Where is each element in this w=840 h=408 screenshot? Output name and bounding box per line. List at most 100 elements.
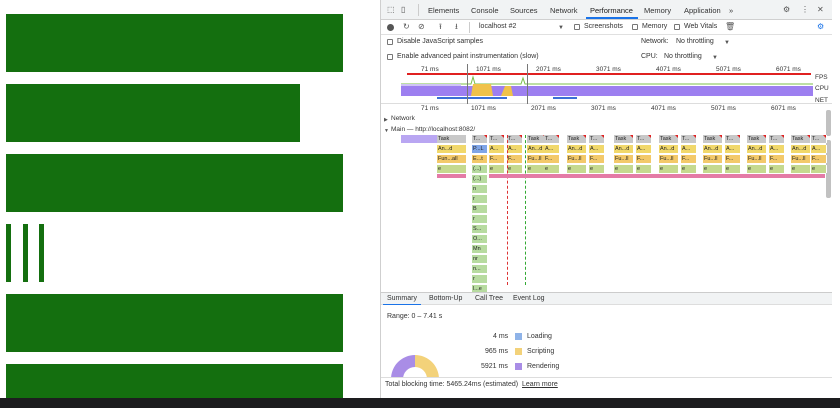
- screenshots-checkbox[interactable]: [574, 24, 580, 30]
- tab-elements[interactable]: Elements: [428, 6, 459, 15]
- flame-stack-frame[interactable]: Mn: [472, 245, 488, 253]
- flame-animation-frame[interactable]: A...: [544, 145, 560, 153]
- flame-evaluate[interactable]: e: [703, 165, 723, 173]
- flame-function-call[interactable]: F...: [489, 155, 505, 163]
- tab-event-log[interactable]: Event Log: [513, 295, 545, 302]
- flame-task[interactable]: T...: [544, 135, 560, 143]
- network-track-label[interactable]: Network: [391, 115, 415, 122]
- flame-stack-frame[interactable]: n...: [472, 265, 488, 273]
- flame-stack-frame[interactable]: B: [472, 205, 488, 213]
- trash-icon[interactable]: 🗑: [725, 23, 735, 31]
- flame-evaluate[interactable]: e: [567, 165, 587, 173]
- upload-icon[interactable]: ⭱: [439, 23, 442, 31]
- tab-summary[interactable]: Summary: [387, 295, 417, 302]
- flame-task[interactable]: T...: [489, 135, 505, 143]
- flame-function-call[interactable]: F...: [811, 155, 827, 163]
- flame-task[interactable]: Task: [791, 135, 811, 143]
- flame-evaluate[interactable]: e: [614, 165, 634, 173]
- flame-parse-html[interactable]: P...L: [472, 145, 488, 153]
- flame-evaluate[interactable]: e: [659, 165, 679, 173]
- flame-animation-frame[interactable]: A...: [769, 145, 785, 153]
- flame-task[interactable]: Task: [437, 135, 467, 143]
- flame-animation-frame[interactable]: A...: [589, 145, 605, 153]
- flame-render[interactable]: [437, 174, 467, 178]
- flame-task[interactable]: T...: [681, 135, 697, 143]
- tab-sources[interactable]: Sources: [510, 6, 538, 15]
- flame-task[interactable]: T...: [636, 135, 652, 143]
- gear-icon[interactable]: ⚙: [783, 6, 790, 14]
- tab-application[interactable]: Application: [684, 6, 721, 15]
- disable-js-samples-checkbox[interactable]: [387, 39, 393, 45]
- flame-function-call[interactable]: E...t: [472, 155, 488, 163]
- more-tabs-button[interactable]: »: [729, 6, 733, 15]
- flame-stack-frame[interactable]: O...: [472, 235, 488, 243]
- profile-target-select[interactable]: localhost #2: [479, 23, 516, 30]
- flame-function-call[interactable]: Fun...all: [437, 155, 467, 163]
- flame-task[interactable]: T...: [811, 135, 827, 143]
- flame-function-call[interactable]: Fu...ll: [567, 155, 587, 163]
- flame-function-call[interactable]: F...: [544, 155, 560, 163]
- flame-function-call[interactable]: Fu...ll: [703, 155, 723, 163]
- flame-function-call[interactable]: F...: [725, 155, 741, 163]
- flame-function-call[interactable]: Fu...ll: [659, 155, 679, 163]
- kebab-menu-icon[interactable]: ⋮: [801, 6, 809, 14]
- flame-stack-frame[interactable]: r: [472, 275, 488, 283]
- flame-chart[interactable]: 71 ms 1071 ms 2071 ms 3071 ms 4071 ms 50…: [381, 104, 832, 293]
- flame-task[interactable]: T...: [589, 135, 605, 143]
- flame-function-call[interactable]: F...: [507, 155, 523, 163]
- flame-evaluate[interactable]: e: [769, 165, 785, 173]
- flame-stack-frame[interactable]: S...: [472, 225, 488, 233]
- flame-animation-frame[interactable]: A...: [507, 145, 523, 153]
- memory-checkbox[interactable]: [632, 24, 638, 30]
- flame-evaluate[interactable]: e: [507, 165, 523, 173]
- selection-marker[interactable]: [527, 64, 528, 104]
- flame-function-call[interactable]: F...: [769, 155, 785, 163]
- tab-memory[interactable]: Memory: [644, 6, 671, 15]
- flame-animation-frame[interactable]: An...d: [614, 145, 634, 153]
- flame-function-call[interactable]: F...: [681, 155, 697, 163]
- download-icon[interactable]: ⭳: [455, 23, 458, 31]
- flame-task[interactable]: Task: [567, 135, 587, 143]
- flame-task[interactable]: Task: [614, 135, 634, 143]
- flame-stack-frame[interactable]: (...): [472, 175, 488, 183]
- flame-animation-frame[interactable]: An...d: [659, 145, 679, 153]
- timeline-overview[interactable]: 71 ms 1071 ms 2071 ms 3071 ms 4071 ms 50…: [381, 64, 832, 104]
- flame-task[interactable]: Task: [659, 135, 679, 143]
- clear-icon[interactable]: ⊘: [418, 23, 425, 31]
- flame-stack-frame[interactable]: r: [472, 215, 488, 223]
- chevron-down-icon[interactable]: ▼: [558, 24, 564, 32]
- flame-function-call[interactable]: F...: [636, 155, 652, 163]
- flame-stack-frame[interactable]: nr: [472, 255, 488, 263]
- main-track-label[interactable]: Main — http://localhost:8082/: [391, 126, 475, 133]
- collapse-triangle-icon[interactable]: ▼: [384, 127, 389, 135]
- selection-marker[interactable]: [467, 64, 468, 104]
- tab-console[interactable]: Console: [471, 6, 499, 15]
- flame-evaluate[interactable]: e: [489, 165, 505, 173]
- close-icon[interactable]: ✕: [817, 6, 824, 14]
- record-button[interactable]: [387, 24, 394, 31]
- flame-animation-frame[interactable]: An...d: [567, 145, 587, 153]
- flame-task[interactable]: Task: [703, 135, 723, 143]
- chevron-down-icon[interactable]: ▼: [712, 54, 718, 62]
- flame-evaluate[interactable]: e: [636, 165, 652, 173]
- flame-animation-frame[interactable]: A...: [489, 145, 505, 153]
- tab-bottom-up[interactable]: Bottom-Up: [429, 295, 462, 302]
- flame-stack-frame[interactable]: r: [472, 195, 488, 203]
- web-vitals-checkbox[interactable]: [674, 24, 680, 30]
- flame-task[interactable]: T...: [472, 135, 488, 143]
- learn-more-link[interactable]: Learn more: [522, 381, 558, 388]
- network-throttle-select[interactable]: No throttling: [676, 38, 714, 45]
- flame-function-call[interactable]: Fu...ll: [614, 155, 634, 163]
- inspect-element-icon[interactable]: ⬚: [387, 6, 395, 14]
- flame-stack-frame[interactable]: n: [472, 185, 488, 193]
- tab-network[interactable]: Network: [550, 6, 578, 15]
- flame-evaluate[interactable]: e: [589, 165, 605, 173]
- flame-stack-frame[interactable]: (...): [472, 165, 488, 173]
- flame-animation-frame[interactable]: A...: [811, 145, 827, 153]
- flame-task[interactable]: Task: [747, 135, 767, 143]
- flame-evaluate[interactable]: e: [544, 165, 560, 173]
- vertical-scrollbar[interactable]: [826, 110, 831, 136]
- flame-animation-frame[interactable]: A...: [725, 145, 741, 153]
- device-toolbar-icon[interactable]: ▯: [401, 6, 405, 14]
- expand-triangle-icon[interactable]: ▶: [384, 116, 388, 124]
